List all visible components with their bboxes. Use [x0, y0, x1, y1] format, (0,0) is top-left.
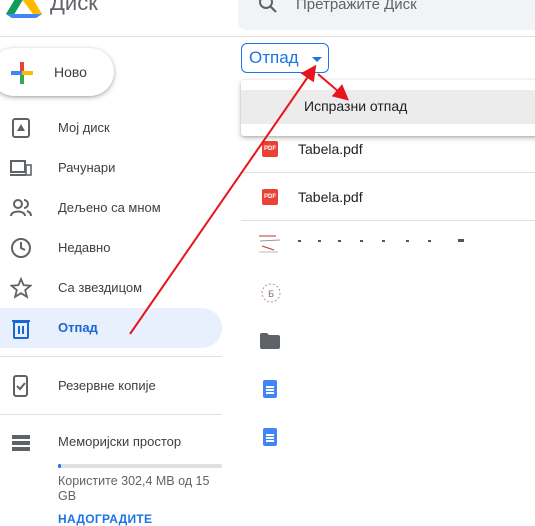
sidebar-item-label: Дељено са мном — [58, 200, 161, 215]
image-thumbnail-icon[interactable] — [256, 228, 286, 258]
clock-icon — [11, 238, 31, 258]
star-icon — [10, 277, 32, 299]
people-icon — [10, 199, 32, 217]
sidebar-item-label: Резервне копије — [58, 378, 156, 393]
sidebar-item-label: Рачунари — [58, 160, 116, 175]
storage-icon — [12, 435, 30, 451]
row-divider — [241, 172, 535, 173]
plus-icon — [11, 62, 33, 84]
sidebar-item-label: Отпад — [58, 320, 98, 335]
computer-icon — [10, 160, 32, 176]
storage-bar-fill — [58, 464, 61, 468]
menu-item-label: Испразни отпад — [304, 98, 408, 114]
upgrade-link[interactable]: НАДОГРАДИТЕ — [58, 512, 152, 526]
doc-icon[interactable] — [263, 380, 277, 398]
storage-label: Меморијски простор — [58, 434, 182, 449]
sidebar-item-trash[interactable] — [0, 308, 222, 348]
pdf-icon: PDF — [262, 141, 278, 157]
sidebar-divider — [0, 356, 222, 357]
folder-icon[interactable] — [260, 333, 280, 349]
svg-text:Б: Б — [268, 290, 274, 300]
blurred-file-name — [298, 239, 464, 242]
file-name[interactable]: Tabela.pdf — [298, 141, 363, 157]
storage-usage-text: Користите 302,4 MB од 15 GB — [58, 474, 210, 503]
new-button-label: Ново — [54, 64, 87, 80]
row-divider — [241, 220, 535, 221]
file-name[interactable]: Tabela.pdf — [298, 189, 363, 205]
search-input[interactable]: Претражите Диск — [296, 0, 417, 13]
doc-icon[interactable] — [263, 428, 277, 446]
chevron-down-icon — [312, 57, 322, 62]
backup-icon — [13, 375, 28, 397]
image-thumbnail-icon[interactable]: Б — [256, 278, 286, 308]
sidebar-item-label: Недавно — [58, 240, 111, 255]
pdf-icon: PDF — [262, 189, 278, 205]
trash-icon — [12, 320, 30, 339]
breadcrumb-label: Отпад — [249, 48, 299, 67]
sidebar-divider — [0, 414, 222, 415]
sidebar-item-label: Са звездицом — [58, 280, 143, 295]
app-title: Диск — [50, 0, 98, 15]
sidebar-item-label: Мој диск — [58, 120, 110, 135]
drive-logo-icon — [6, 0, 42, 18]
search-icon[interactable] — [258, 0, 278, 14]
sidebar-item-my-drive[interactable] — [0, 108, 222, 148]
sidebar-item-recent[interactable] — [0, 228, 222, 268]
drive-icon — [12, 118, 30, 138]
storage-bar — [58, 464, 222, 468]
